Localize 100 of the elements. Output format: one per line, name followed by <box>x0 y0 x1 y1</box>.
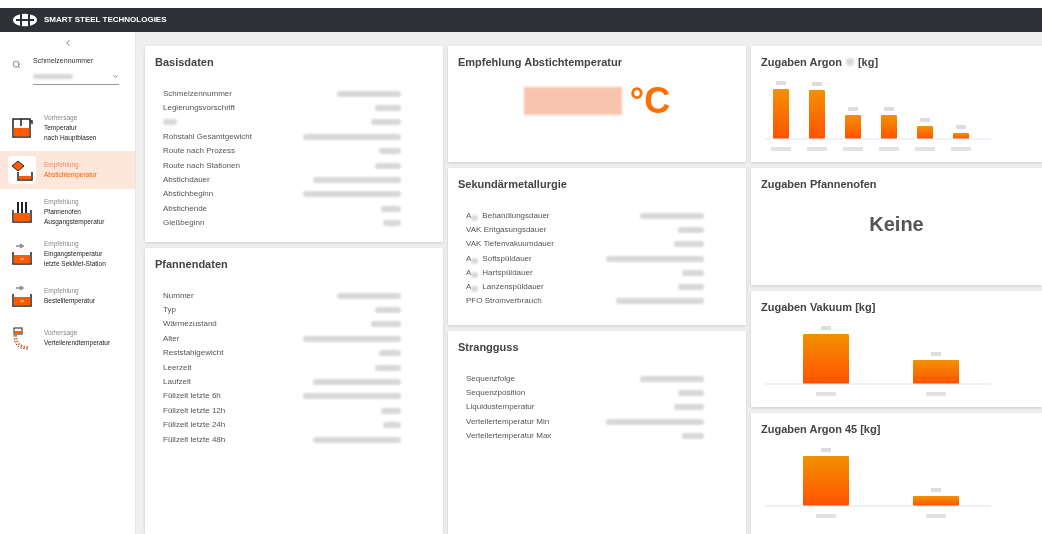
chart-bar <box>803 455 849 506</box>
blurred-value <box>678 284 704 291</box>
blurred-category-label <box>816 513 836 518</box>
blurred-value <box>682 432 704 439</box>
row-label: Verteilertemperatur Max <box>466 431 552 440</box>
card-title: Zugaben Argon <box>761 55 842 70</box>
blurred-value <box>163 119 177 126</box>
blurred-value-label <box>884 106 894 111</box>
chart-bar <box>773 88 789 139</box>
row-label: Reststahlgewicht <box>163 349 224 358</box>
chart-bar <box>809 89 825 139</box>
chart-bar <box>953 132 969 139</box>
blurred-value-label <box>821 447 831 452</box>
logo-icon <box>12 13 38 27</box>
row-label: Gießbeginn <box>163 219 205 228</box>
blurred-category-label <box>816 391 836 396</box>
row-label: Rohstahl Gesamtgewicht <box>163 132 252 141</box>
card-title: Strangguss <box>458 340 520 355</box>
blurred-value <box>640 375 704 382</box>
blurred-value <box>379 350 401 357</box>
blurred-value <box>375 105 401 112</box>
card-title: Basisdaten <box>155 55 215 70</box>
blurred-value <box>682 269 704 276</box>
row-label: Leerzeit <box>163 363 192 372</box>
card-title: Zugaben Vakuum [kg] <box>761 300 877 315</box>
brand-name: SMART STEEL TECHNOLOGIES <box>44 14 167 26</box>
search-icon[interactable] <box>12 60 21 69</box>
blurred-value <box>33 73 73 79</box>
row-label: PFO Stromverbrauch <box>466 297 542 306</box>
blurred-value <box>640 212 704 219</box>
blurred-value <box>674 404 704 411</box>
card-title-unit: [kg] <box>857 55 879 70</box>
blurred-value-label <box>848 106 858 111</box>
blurred-value <box>375 162 401 169</box>
row-label: Verteilertemperatur Min <box>466 417 550 426</box>
ladle-icon <box>10 283 34 308</box>
blurred-value-label <box>920 117 930 122</box>
row-label-prefix: A <box>466 209 472 222</box>
row-label: Route nach Prozess <box>163 147 236 156</box>
row-label-prefix: A <box>466 281 472 294</box>
caret-icon <box>112 72 119 80</box>
card-title: Pfannendaten <box>155 257 229 272</box>
blurred-value-label <box>812 81 822 86</box>
row-label: Füllzeit letzte 24h <box>163 421 226 430</box>
card-title: Empfehlung Abstichtemperatur <box>458 55 623 70</box>
ladle-furnace-icon <box>10 199 34 224</box>
chart-bar <box>913 495 959 506</box>
row-label: Typ <box>163 306 176 315</box>
row-label-prefix: A <box>466 252 472 265</box>
blurred-category-label <box>915 146 935 151</box>
row-label: Route nach Stationen <box>163 161 240 170</box>
blurred-value-label <box>931 487 941 492</box>
blurred-category-label <box>807 146 827 151</box>
chart-bar <box>845 114 861 139</box>
temperature-unit: °C <box>629 82 671 119</box>
row-label: Softspüldauer <box>482 254 532 263</box>
blurred-value <box>337 292 401 299</box>
card-title: Zugaben Argon 45 [kg] <box>761 422 882 437</box>
blurred-category-label <box>951 146 971 151</box>
blurred-value <box>379 148 401 155</box>
blurred-category-label <box>771 146 791 151</box>
blurred-value <box>337 90 401 97</box>
row-label: Abstichdauer <box>163 176 210 185</box>
row-label: Lanzenspüldauer <box>482 283 544 292</box>
row-label: Füllzeit letzte 48h <box>163 435 226 444</box>
row-label: Legierungsvorschrift <box>163 104 236 113</box>
row-label: Hartspüldauer <box>482 268 533 277</box>
empty-message: Keine <box>869 211 924 237</box>
blurred-value-label <box>931 351 941 356</box>
blurred-value <box>678 389 704 396</box>
chart-bar <box>917 125 933 139</box>
row-label: VAK Entgasungsdauer <box>466 225 547 234</box>
row-label: Liquidustemperatur <box>466 403 535 412</box>
row-label: Füllzeit letzte 6h <box>163 392 221 401</box>
blurred-value <box>383 422 401 429</box>
blurred-value-label <box>821 325 831 330</box>
row-label: Laufzeit <box>163 378 192 387</box>
chart-bar <box>803 333 849 384</box>
row-label: Schmelzennummer <box>163 89 232 98</box>
row-label: Nummer <box>163 291 194 300</box>
blurred-value-label <box>776 80 786 85</box>
row-label: Sequenzposition <box>466 388 526 397</box>
blurred-value <box>375 364 401 371</box>
row-label: VAK Tiefenvakuumdauer <box>466 240 554 249</box>
chart-bar <box>913 359 959 384</box>
blurred-category-label <box>879 146 899 151</box>
blurred-category-label <box>843 146 863 151</box>
blurred-value <box>371 321 401 328</box>
blurred-value <box>674 241 704 248</box>
blurred-value <box>375 307 401 314</box>
row-label: Alter <box>163 334 180 343</box>
blurred-category-label <box>926 513 946 518</box>
blurred-value <box>678 226 704 233</box>
row-label: Behandlungsdauer <box>482 211 550 220</box>
card-title: Zugaben Pfannenofen <box>761 177 878 192</box>
row-label: Abstichende <box>163 204 208 213</box>
blurred-value <box>381 205 401 212</box>
row-label: Wärmezustand <box>163 320 217 329</box>
blurred-category-label <box>926 391 946 396</box>
row-label: Abstichbeginn <box>163 190 214 199</box>
